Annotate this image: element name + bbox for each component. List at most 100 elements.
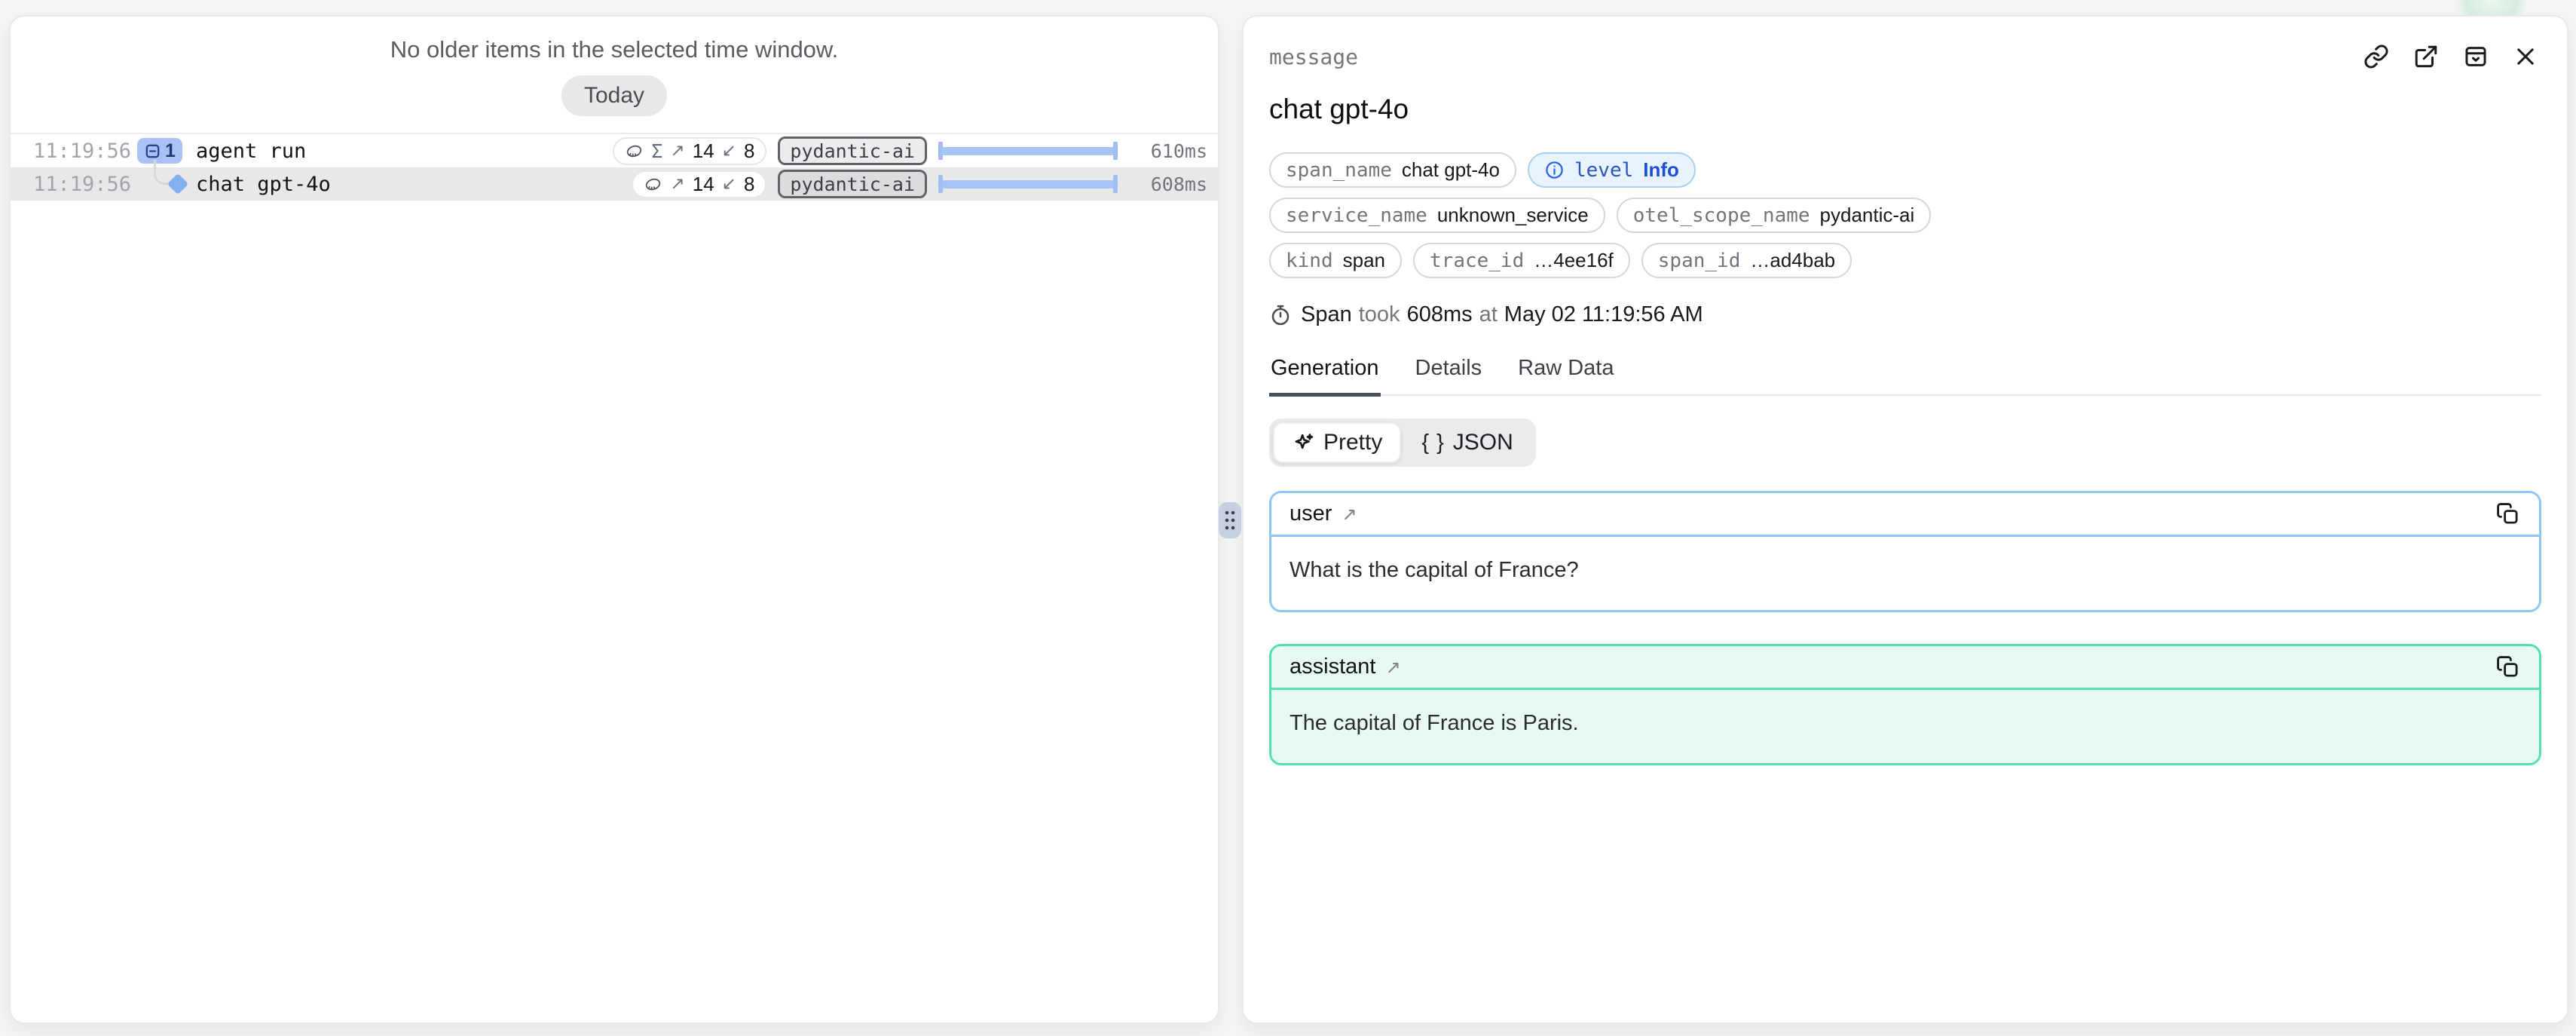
tag-value: …ad4bab	[1750, 249, 1835, 272]
tag-value: unknown_service	[1437, 204, 1589, 227]
span-name: chat gpt-4o	[196, 173, 331, 196]
tag-value: chat gpt-4o	[1402, 158, 1500, 182]
stopwatch-icon	[1269, 304, 1292, 326]
tag-key: span_name	[1286, 159, 1392, 182]
tag-span-id[interactable]: span_id …ad4bab	[1641, 243, 1852, 278]
duration-label: 608ms	[1129, 173, 1207, 195]
open-in-new-button[interactable]	[2412, 42, 2440, 71]
tab-generation[interactable]: Generation	[1269, 356, 1381, 397]
sparkles-icon	[1292, 431, 1315, 455]
tag-row: service_name unknown_service otel_scope_…	[1269, 198, 2541, 233]
detail-header-actions	[2362, 42, 2540, 71]
role-label[interactable]: assistant	[1290, 654, 1375, 679]
span-row-agent-run[interactable]: 11:19:56 1 agent run Σ ↗	[11, 134, 1218, 167]
token-coin-icon	[625, 142, 644, 161]
tag-value: pydantic-ai	[1820, 204, 1915, 227]
info-icon	[1544, 160, 1565, 180]
tag-key: service_name	[1286, 204, 1427, 227]
row-right: ↗ 14 ↙ 8 pydantic-ai 608ms	[632, 170, 1207, 198]
braces-icon: { }	[1421, 431, 1444, 455]
tokens-out-icon: ↙	[722, 174, 736, 194]
today-button[interactable]: Today	[561, 75, 667, 116]
span-detail-panel: message	[1242, 15, 2568, 1024]
close-panel-button[interactable]	[2511, 42, 2540, 71]
bar-fill	[942, 180, 1114, 189]
copy-message-button[interactable]	[2494, 501, 2521, 528]
detail-header: message	[1244, 17, 2567, 71]
message-card-header: user ↗	[1271, 493, 2539, 537]
tokens-in-count: 14	[693, 173, 714, 196]
timeline-panel: No older items in the selected time wind…	[9, 15, 1219, 1024]
tag-service-name[interactable]: service_name unknown_service	[1269, 198, 1605, 233]
tokens-out-icon: ↙	[722, 141, 736, 161]
role-label[interactable]: user	[1290, 501, 1332, 526]
usage-pill: Σ ↗ 14 ↙ 8	[613, 137, 766, 165]
duration-bar	[938, 139, 1118, 163]
tokens-out-count: 8	[744, 173, 754, 196]
level-badge[interactable]: level Info	[1528, 152, 1696, 188]
bar-end-cap	[1113, 142, 1118, 160]
panel-resize-handle[interactable]	[1219, 502, 1241, 538]
message-card-user: user ↗ What is the capital of France?	[1269, 491, 2541, 612]
detail-tabs: Generation Details Raw Data	[1269, 356, 2541, 396]
close-icon	[2513, 44, 2538, 69]
usage-pill: ↗ 14 ↙ 8	[632, 170, 766, 198]
dock-panel-button[interactable]	[2461, 42, 2490, 71]
timing-span-word: Span	[1301, 302, 1352, 327]
tokens-out-count: 8	[744, 139, 754, 163]
view-mode-toggle: Pretty { } JSON	[1269, 418, 1536, 467]
tag-kind[interactable]: kind span	[1269, 243, 1402, 278]
tag-otel-scope-name[interactable]: otel_scope_name pydantic-ai	[1617, 198, 1932, 233]
tokens-in-count: 14	[693, 139, 714, 163]
bar-fill	[942, 147, 1114, 155]
tag-value: …4ee16f	[1534, 249, 1614, 272]
message-card-header: assistant ↗	[1271, 646, 2539, 690]
external-link-icon	[2413, 44, 2439, 69]
tag-trace-id[interactable]: trace_id …4ee16f	[1413, 243, 1630, 278]
span-row-chat-gpt-4o[interactable]: 11:19:56 chat gpt-4o ↗ 14 ↙ 8 pydantic-a…	[11, 167, 1218, 201]
row-timestamp: 11:19:56	[33, 173, 122, 196]
square-minus-icon	[144, 143, 161, 160]
scope-tag[interactable]: pydantic-ai	[778, 170, 927, 198]
message-text: What is the capital of France?	[1271, 537, 2539, 610]
badge-zone	[122, 167, 196, 201]
json-view-button[interactable]: { } JSON	[1403, 422, 1531, 463]
json-label: JSON	[1453, 430, 1513, 455]
copy-message-button[interactable]	[2494, 654, 2521, 681]
tokens-in-icon: ↗	[670, 141, 684, 161]
tag-key: otel_scope_name	[1633, 204, 1810, 227]
today-row: Today	[11, 75, 1218, 116]
tag-span-name[interactable]: span_name chat gpt-4o	[1269, 152, 1516, 188]
timing-at-word: at	[1479, 302, 1498, 327]
empty-window-notice: No older items in the selected time wind…	[11, 17, 1218, 63]
sigma-icon: Σ	[651, 140, 662, 162]
link-icon	[2363, 44, 2389, 69]
span-name: agent run	[196, 139, 306, 163]
panel-collapse-icon	[2463, 44, 2489, 69]
tag-key: trace_id	[1430, 250, 1524, 272]
role-link-icon: ↗	[1385, 657, 1400, 678]
scope-tag[interactable]: pydantic-ai	[778, 136, 927, 165]
copy-icon	[2496, 655, 2519, 679]
tab-details[interactable]: Details	[1414, 356, 1484, 397]
span-timing: Span took 608ms at May 02 11:19:56 AM	[1269, 302, 2541, 327]
row-right: Σ ↗ 14 ↙ 8 pydantic-ai 610ms	[613, 136, 1207, 165]
span-kind-label: message	[1269, 44, 1358, 69]
row-timestamp: 11:19:56	[33, 139, 122, 163]
tag-value: Info	[1643, 158, 1679, 182]
tab-raw-data[interactable]: Raw Data	[1516, 356, 1615, 397]
token-coin-icon	[644, 175, 662, 194]
span-tags: span_name chat gpt-4o level Info service…	[1269, 152, 2541, 278]
span-rows: 11:19:56 1 agent run Σ ↗	[11, 133, 1218, 201]
copy-link-button[interactable]	[2362, 42, 2391, 71]
grip-dots-icon	[1222, 507, 1238, 533]
message-card-assistant: assistant ↗ The capital of France is Par…	[1269, 644, 2541, 765]
timing-datetime: May 02 11:19:56 AM	[1504, 302, 1703, 327]
duration-label: 610ms	[1129, 140, 1207, 162]
tag-key: level	[1574, 159, 1633, 182]
pretty-view-button[interactable]: Pretty	[1273, 422, 1401, 463]
tag-row: kind span trace_id …4ee16f span_id …ad4b…	[1269, 243, 2541, 278]
tag-value: span	[1343, 249, 1385, 272]
span-title: chat gpt-4o	[1269, 93, 2541, 125]
pretty-label: Pretty	[1323, 430, 1382, 455]
